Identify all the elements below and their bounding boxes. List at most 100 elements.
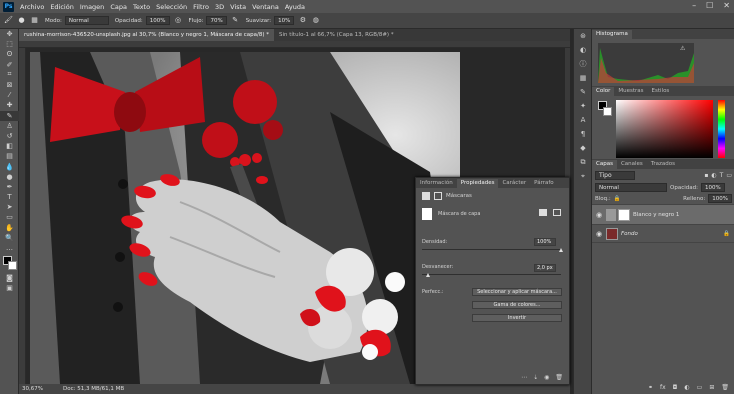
pressure-size-icon[interactable]: ◍ — [311, 16, 320, 25]
fill-field[interactable]: 100% — [708, 194, 732, 203]
stamp-tool-icon[interactable]: ♙ — [0, 121, 19, 131]
info-panel-icon[interactable]: ⓘ — [574, 57, 592, 71]
layer-row-fondo[interactable]: ◉ Fondo 🔒 — [592, 225, 734, 243]
feather-slider[interactable] — [422, 274, 561, 275]
add-vector-mask-icon[interactable] — [553, 209, 561, 216]
trash-icon[interactable]: 🗑 — [555, 374, 563, 381]
photoshop-logo-icon[interactable]: Ps — [3, 1, 14, 12]
brush-tool-icon[interactable]: 🖌 — [4, 16, 13, 25]
quick-mask-icon[interactable]: ◙ — [0, 273, 19, 283]
new-group-icon[interactable]: ▭ — [697, 384, 703, 391]
layer-thumbnail[interactable] — [606, 227, 618, 240]
invert-button[interactable]: Invertir — [472, 314, 562, 322]
menu-seleccion[interactable]: Selección — [156, 3, 187, 11]
vertical-ruler[interactable] — [19, 48, 26, 384]
photo-image[interactable] — [30, 52, 460, 384]
tab-propiedades[interactable]: Propiedades — [456, 179, 499, 188]
frame-tool-icon[interactable]: ⊠ — [0, 80, 19, 90]
crop-tool-icon[interactable]: ⌗ — [0, 70, 19, 80]
menu-archivo[interactable]: Archivo — [20, 3, 44, 11]
layer-opacity-field[interactable]: 100% — [700, 183, 725, 192]
move-tool-icon[interactable]: ✥ — [0, 29, 19, 39]
lock-icon[interactable]: 🔒 — [614, 196, 621, 202]
hand-tool-icon[interactable]: ✋ — [0, 223, 19, 233]
more-tools-icon[interactable]: … — [0, 243, 19, 253]
mode-select[interactable]: Normal — [64, 16, 109, 25]
brush-tool-icon[interactable]: ✎ — [0, 110, 19, 121]
feather-field[interactable]: 2,0 px — [534, 264, 556, 272]
mask-thumbnail[interactable] — [422, 208, 432, 220]
fx-icon[interactable]: fx — [660, 384, 666, 391]
add-mask-icon[interactable]: ◘ — [673, 384, 678, 391]
history-brush-tool-icon[interactable]: ↺ — [0, 131, 19, 141]
select-and-mask-button[interactable]: Seleccionar y aplicar máscara... — [472, 288, 562, 296]
opacity-field[interactable]: 100% — [145, 16, 170, 25]
visibility-eye-icon[interactable]: ◉ — [592, 230, 606, 238]
menu-ayuda[interactable]: Ayuda — [285, 3, 305, 11]
menu-imagen[interactable]: Imagen — [80, 3, 104, 11]
background-color-swatch[interactable] — [603, 107, 612, 116]
tab-color[interactable]: Color — [592, 87, 615, 96]
flow-field[interactable]: 70% — [206, 16, 227, 25]
gear-icon[interactable]: ⚙ — [298, 16, 307, 25]
document-size[interactable]: Doc: 51,3 MB/61,1 MB — [63, 386, 124, 392]
minimize-icon[interactable]: – — [692, 1, 696, 10]
smoothing-field[interactable]: 10% — [274, 16, 295, 25]
visibility-eye-icon[interactable]: ◉ — [592, 211, 606, 219]
paragraph-panel-icon[interactable]: ¶ — [574, 127, 592, 141]
brush-preset-icon[interactable]: ● — [17, 16, 26, 25]
horizontal-ruler[interactable] — [19, 41, 570, 48]
pixel-mask-icon[interactable] — [422, 192, 430, 200]
layer-name[interactable]: Blanco y negro 1 — [633, 212, 679, 218]
healing-tool-icon[interactable]: ✚ — [0, 100, 19, 110]
dodge-tool-icon[interactable]: ● — [0, 172, 19, 182]
layer-name[interactable]: Fondo — [621, 231, 638, 237]
menu-vista[interactable]: Vista — [230, 3, 246, 11]
marquee-tool-icon[interactable]: ⬚ — [0, 39, 19, 49]
menu-edicion[interactable]: Edición — [50, 3, 74, 11]
menu-texto[interactable]: Texto — [133, 3, 150, 11]
layer-filter-select[interactable]: Tipo — [595, 171, 635, 180]
tab-trazados[interactable]: Trazados — [647, 160, 679, 169]
select-mask-icon[interactable] — [539, 209, 547, 216]
filter-adjust-icon[interactable]: ◐ — [711, 172, 716, 179]
menu-filtro[interactable]: Filtro — [193, 3, 209, 11]
eyedropper-tool-icon[interactable]: ⁄ — [0, 90, 19, 100]
type-tool-icon[interactable]: T — [0, 192, 19, 202]
tab-document-active[interactable]: rushina-morrison-436520-unsplash.jpg al … — [19, 29, 274, 41]
warning-icon[interactable]: ⚠ — [680, 45, 685, 52]
color-swatches-icon[interactable] — [0, 253, 19, 273]
blur-tool-icon[interactable]: 💧 — [0, 161, 19, 171]
layers-comp-icon[interactable]: ⧉ — [574, 155, 592, 169]
brush-panel-icon[interactable]: ✎ — [574, 85, 592, 99]
quick-select-tool-icon[interactable]: ✐ — [0, 60, 19, 70]
zoom-tool-icon[interactable]: 🔍 — [0, 233, 19, 243]
link-layers-icon[interactable]: ⚭ — [648, 384, 653, 391]
load-selection-icon[interactable]: ⋯ — [521, 374, 527, 381]
filter-text-icon[interactable]: T — [720, 172, 724, 179]
vector-mask-icon[interactable] — [434, 192, 442, 200]
shape-tool-icon[interactable]: ▭ — [0, 212, 19, 222]
trash-icon[interactable]: 🗑 — [721, 384, 729, 391]
screen-mode-icon[interactable]: ▣ — [0, 283, 19, 293]
menu-capa[interactable]: Capa — [110, 3, 127, 11]
zoom-level[interactable]: 30,67% — [22, 386, 43, 392]
filter-shape-icon[interactable]: ▭ — [726, 172, 732, 179]
airbrush-icon[interactable]: ✎ — [231, 16, 240, 25]
tab-capas[interactable]: Capas — [592, 160, 617, 169]
color-picker-icon[interactable]: ◆ — [574, 141, 592, 155]
tab-muestras[interactable]: Muestras — [614, 87, 647, 96]
tab-canales[interactable]: Canales — [617, 160, 647, 169]
adjustments-panel-icon[interactable]: ◐ — [574, 43, 592, 57]
history-panel-icon[interactable]: ⊛ — [574, 29, 592, 43]
menu-3d[interactable]: 3D — [215, 3, 224, 11]
maximize-icon[interactable]: ☐ — [706, 1, 713, 10]
new-layer-icon[interactable]: ⊞ — [709, 384, 714, 391]
density-field[interactable]: 100% — [534, 238, 556, 246]
navigator-panel-icon[interactable]: ⌖ — [574, 169, 592, 183]
layer-mask-thumbnail[interactable] — [618, 208, 630, 221]
tab-caracter[interactable]: Carácter — [498, 179, 530, 188]
swatch-panel-icon[interactable]: ▦ — [574, 71, 592, 85]
tab-document-inactive[interactable]: Sin título-1 al 66,7% (Capa 13, RGB/8#) … — [274, 29, 399, 41]
color-range-button[interactable]: Gama de colores... — [472, 301, 562, 309]
